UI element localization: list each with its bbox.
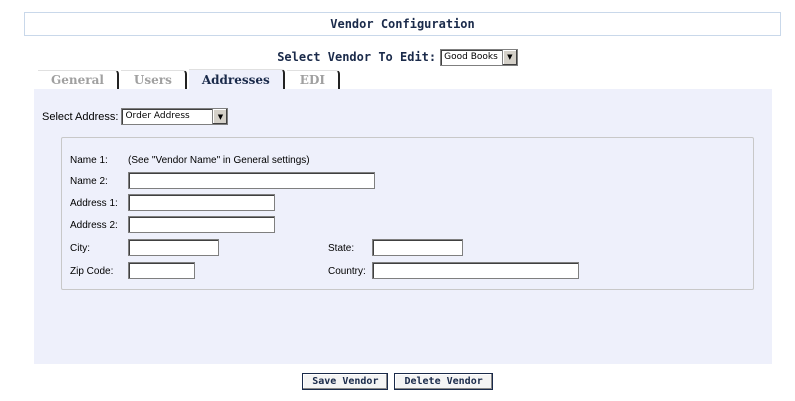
chevron-down-icon[interactable]: ▼: [212, 109, 228, 124]
tab-label: General: [51, 73, 104, 87]
address2-label: Address 2:: [70, 220, 118, 231]
address-select-row: Select Address: Order Address ▼: [42, 108, 229, 125]
vendor-select-label: Select Vendor To Edit:: [277, 50, 437, 64]
action-buttons: Save Vendor Delete Vendor: [0, 373, 795, 391]
vendor-config-page: Vendor Configuration Select Vendor To Ed…: [0, 0, 795, 401]
tab-label: EDI: [299, 73, 325, 87]
city-field[interactable]: [128, 239, 219, 256]
address2-field[interactable]: [128, 216, 275, 233]
save-vendor-button[interactable]: Save Vendor: [302, 373, 389, 390]
name1-value: (See "Vendor Name" in General settings): [128, 155, 310, 166]
address-select[interactable]: Order Address ▼: [121, 108, 229, 125]
city-label: City:: [70, 243, 90, 254]
addresses-panel: Select Address: Order Address ▼ Name 1: …: [34, 89, 772, 364]
page-title: Vendor Configuration: [24, 12, 781, 36]
vendor-select-value: Good Books: [444, 51, 498, 62]
vendor-select-row: Select Vendor To Edit: Good Books ▼: [0, 46, 795, 68]
tab-edi[interactable]: EDI: [286, 70, 340, 89]
country-field[interactable]: [372, 262, 579, 279]
state-label: State:: [328, 243, 355, 254]
tab-general[interactable]: General: [38, 70, 119, 89]
chevron-down-icon[interactable]: ▼: [501, 49, 517, 65]
name2-label: Name 2:: [70, 176, 108, 187]
country-label: Country:: [328, 266, 366, 277]
address1-field[interactable]: [128, 194, 275, 211]
tab-label: Users: [133, 73, 172, 87]
name1-label: Name 1:: [70, 155, 108, 166]
address-select-value: Order Address: [125, 111, 190, 121]
state-field[interactable]: [372, 239, 463, 256]
tab-addresses[interactable]: Addresses: [188, 69, 285, 89]
delete-vendor-button[interactable]: Delete Vendor: [394, 373, 493, 390]
name2-field[interactable]: [128, 172, 375, 189]
zip-label: Zip Code:: [70, 266, 114, 277]
address-fieldset: Name 1: (See "Vendor Name" in General se…: [61, 137, 754, 290]
zip-field[interactable]: [128, 262, 195, 279]
tab-bar: General Users Addresses EDI: [38, 69, 342, 89]
address1-label: Address 1:: [70, 198, 118, 209]
tab-label: Addresses: [201, 72, 270, 87]
address-select-label: Select Address:: [42, 110, 119, 123]
page-title-text: Vendor Configuration: [330, 17, 475, 31]
tab-users[interactable]: Users: [120, 70, 187, 89]
vendor-select[interactable]: Good Books ▼: [440, 48, 518, 66]
